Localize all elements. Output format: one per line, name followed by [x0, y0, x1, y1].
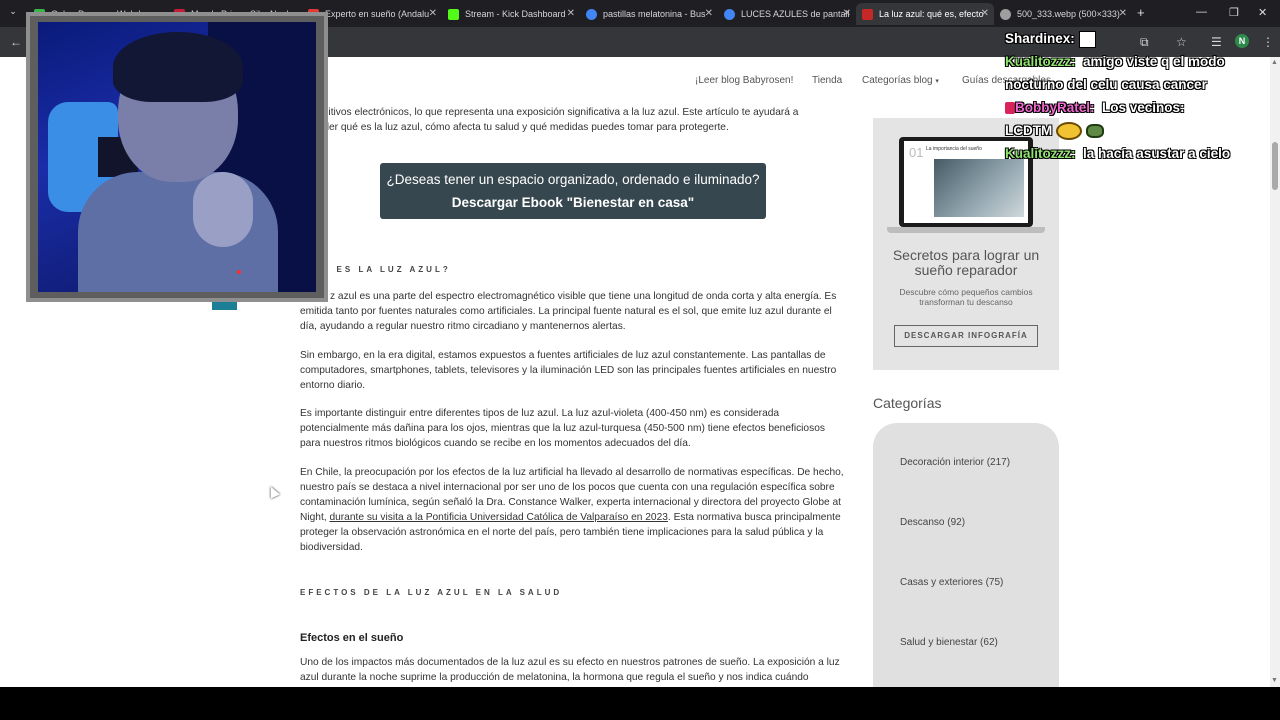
category-casas[interactable]: Casas y exteriores (75) [900, 577, 1003, 588]
tab-title: La luz azul: qué es, efecto [879, 9, 984, 19]
tab-search-icon[interactable]: ⌄ [6, 6, 20, 20]
favicon-icon [862, 8, 873, 20]
tab-4[interactable]: Stream - Kick Dashboard ✕ [442, 3, 580, 25]
categories-list: Decoración interior (217) Descanso (92) … [873, 423, 1059, 687]
favicon-icon [586, 8, 597, 20]
section-heading-que-es: É ES LA LUZ AZUL? [323, 265, 451, 274]
laptop-number: 01 [909, 145, 924, 160]
bed-image [934, 159, 1024, 217]
chat-line: LCDTM [1005, 120, 1275, 143]
categories-title: Categorías [873, 395, 942, 411]
section-heading-efectos: EFECTOS DE LA LUZ AZUL EN LA SALUD [300, 588, 563, 597]
paragraph-2: Sin embargo, en la era digital, estamos … [300, 350, 837, 391]
streamer-hand [193, 172, 253, 247]
chat-message: nocturno del celu causa cancer [1005, 77, 1207, 92]
favicon-icon [448, 8, 459, 20]
tab-8[interactable]: 500_333.webp (500×333) ✕ [994, 3, 1132, 25]
emote-icon [1078, 30, 1096, 48]
chat-username: BobbyRatel: [1015, 100, 1095, 115]
chat-line: BobbyRatel: Los vecinos: [1005, 97, 1275, 120]
article-intro: positivos electrónicos, lo que represent… [312, 107, 799, 133]
frog-emote-icon [1086, 124, 1105, 139]
screen: ⌄ Ooh... Doome... Webd... Mundo Primer S… [0, 0, 1280, 720]
chat-message: amigo viste q el modo [1083, 54, 1225, 69]
download-infographic-button[interactable]: DESCARGAR INFOGRAFÍA [894, 325, 1038, 347]
close-icon[interactable]: ✕ [843, 8, 851, 19]
tab-title: Stream - Kick Dashboard [465, 9, 566, 19]
laptop-base [887, 227, 1045, 233]
webcam-feed [38, 22, 316, 292]
favicon-icon [724, 8, 735, 20]
chat-line: Kualitozzz: la hacía asustar a cielo [1005, 143, 1275, 166]
scroll-down-icon[interactable]: ▼ [1271, 677, 1278, 684]
minimize-icon[interactable]: — [1196, 6, 1207, 18]
paragraph-4: En Chile, la preocupación por los efecto… [300, 465, 848, 555]
tab-6[interactable]: LUCES AZULES de pantall ✕ [718, 3, 856, 25]
new-tab-icon[interactable]: + [1137, 5, 1145, 20]
chat-message: Los vecinos: [1102, 100, 1185, 115]
cta-line2: Descargar Ebook "Bienestar en casa" [451, 195, 695, 210]
close-icon[interactable]: ✕ [567, 8, 575, 19]
chat-line: Shardinex: [1005, 28, 1275, 51]
close-icon[interactable]: ✕ [981, 8, 989, 19]
red-led [237, 270, 241, 274]
chat-username: Shardinex: [1005, 31, 1075, 46]
promo-subtitle: Descubre cómo pequeños cambios transform… [899, 287, 1033, 307]
ebook-cta-button[interactable]: ¿Deseas tener un espacio organizado, ord… [380, 163, 766, 219]
nav-categorias-label: Categorías blog [862, 75, 933, 86]
pucv-link[interactable]: durante su visita a la Pontificia Univer… [329, 512, 667, 523]
paragraph-1: z azul es una parte del espectro electro… [300, 291, 837, 332]
tab-title: Experto en sueño (Andalu [325, 9, 430, 19]
category-salud[interactable]: Salud y bienestar (62) [900, 637, 998, 648]
tab-7-active[interactable]: La luz azul: qué es, efecto ✕ [856, 3, 994, 25]
chat-username: Kualitozzz: [1005, 54, 1076, 69]
chat-line: Kualitozzz: amigo viste q el modo [1005, 51, 1275, 74]
close-icon[interactable]: ✕ [705, 8, 713, 19]
maximize-icon[interactable]: ❐ [1229, 6, 1239, 19]
paragraph-3: Es importante distinguir entre diferente… [300, 408, 825, 449]
promo-title: Secretos para lograr un sueño reparador [892, 247, 1040, 278]
tab-5[interactable]: pastillas melatonina - Bus ✕ [580, 3, 718, 25]
nav-blog[interactable]: ¡Leer blog Babyrosen! [695, 75, 793, 86]
tab-title: LUCES AZULES de pantall [741, 9, 850, 19]
tab-title: pastillas melatonina - Bus [603, 9, 706, 19]
chat-line: nocturno del celu causa cancer [1005, 74, 1275, 97]
close-window-icon[interactable]: ✕ [1258, 6, 1267, 19]
cta-line1: ¿Deseas tener un espacio organizado, ord… [386, 172, 760, 187]
close-icon[interactable]: ✕ [1119, 8, 1127, 19]
category-decoracion[interactable]: Decoración interior (217) [900, 457, 1010, 468]
subheading-sueno: Efectos en el sueño [300, 632, 404, 644]
accent-bar [212, 302, 237, 310]
nav-categorias[interactable]: Categorías blog ▾ [862, 75, 939, 86]
nav-tienda[interactable]: Tienda [812, 75, 842, 86]
back-icon[interactable]: ← [10, 35, 22, 49]
tab-title: 500_333.webp (500×333) [1017, 9, 1120, 19]
category-descanso[interactable]: Descanso (92) [900, 517, 965, 528]
laptop-title: La importancia del sueño [926, 146, 982, 152]
taskbar-area [0, 687, 1280, 720]
chat-message: LCDTM [1005, 123, 1053, 138]
chevron-down-icon: ▾ [935, 78, 939, 85]
paragraph-5: Uno de los impactos más documentados de … [300, 657, 840, 683]
laughing-emote-icon [1056, 122, 1083, 141]
chat-username: Kualitozzz: [1005, 146, 1076, 161]
close-icon[interactable]: ✕ [429, 8, 437, 19]
chat-message: la hacía asustar a cielo [1083, 146, 1231, 161]
favicon-icon [1000, 8, 1011, 20]
badge-icon [1005, 102, 1015, 115]
